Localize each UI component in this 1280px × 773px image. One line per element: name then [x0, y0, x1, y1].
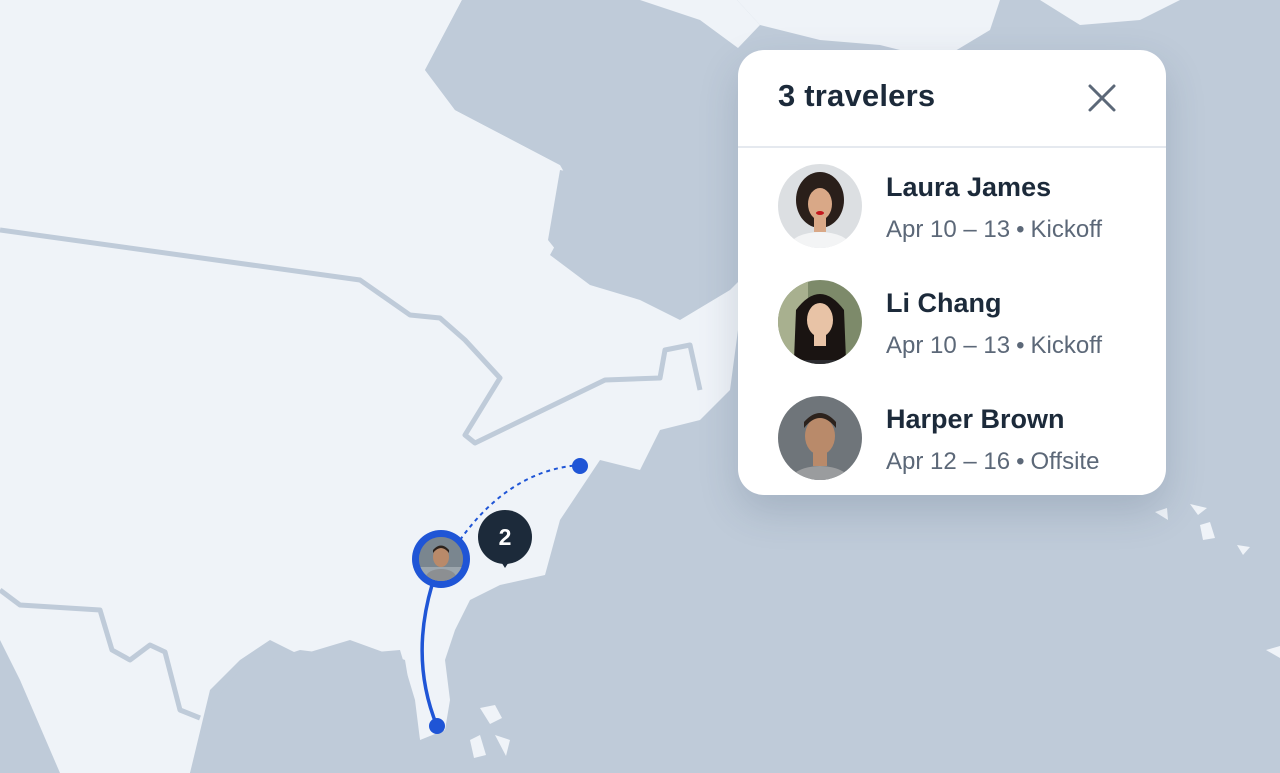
separator-dot: • [1016, 332, 1025, 359]
traveler-name: Laura James [886, 172, 1052, 202]
close-icon [1088, 84, 1116, 112]
traveler-event: Offsite [1030, 448, 1100, 475]
avatar [778, 280, 862, 364]
avatar [778, 164, 862, 248]
cluster-count-badge[interactable]: 2 [478, 510, 532, 564]
cluster-badge-tail [498, 557, 512, 568]
traveler-item[interactable]: Li Chang Apr 10 – 13 • Kickoff [738, 280, 1166, 390]
traveler-dates: Apr 10 – 13 [886, 332, 1011, 359]
traveler-name: Li Chang [886, 288, 1002, 318]
route-endpoint-north [572, 458, 588, 474]
traveler-map-pin[interactable] [412, 530, 470, 588]
traveler-event: Kickoff [1030, 332, 1103, 359]
traveler-dates: Apr 10 – 13 [886, 216, 1011, 243]
separator-dot: • [1016, 216, 1025, 243]
separator-dot: • [1016, 448, 1025, 475]
traveler-meta: Apr 10 – 13 • Kickoff [886, 216, 1102, 244]
avatar [778, 396, 862, 480]
travelers-panel: 3 travelers Laura James Apr 10 – 13 • Kick… [738, 50, 1166, 495]
traveler-meta: Apr 12 – 16 • Offsite [886, 448, 1099, 476]
close-button[interactable] [1084, 80, 1120, 116]
traveler-dates: Apr 12 – 16 [886, 448, 1011, 475]
route-endpoint-south [429, 718, 445, 734]
traveler-item[interactable]: Harper Brown Apr 12 – 16 • Offsite [738, 396, 1166, 495]
traveler-item[interactable]: Laura James Apr 10 – 13 • Kickoff [738, 164, 1166, 274]
traveler-meta: Apr 10 – 13 • Kickoff [886, 332, 1102, 360]
traveler-avatar-harper-pin [419, 537, 463, 581]
traveler-event: Kickoff [1030, 216, 1103, 243]
panel-header: 3 travelers [738, 50, 1166, 148]
panel-title: 3 travelers [778, 78, 936, 113]
traveler-name: Harper Brown [886, 404, 1065, 434]
